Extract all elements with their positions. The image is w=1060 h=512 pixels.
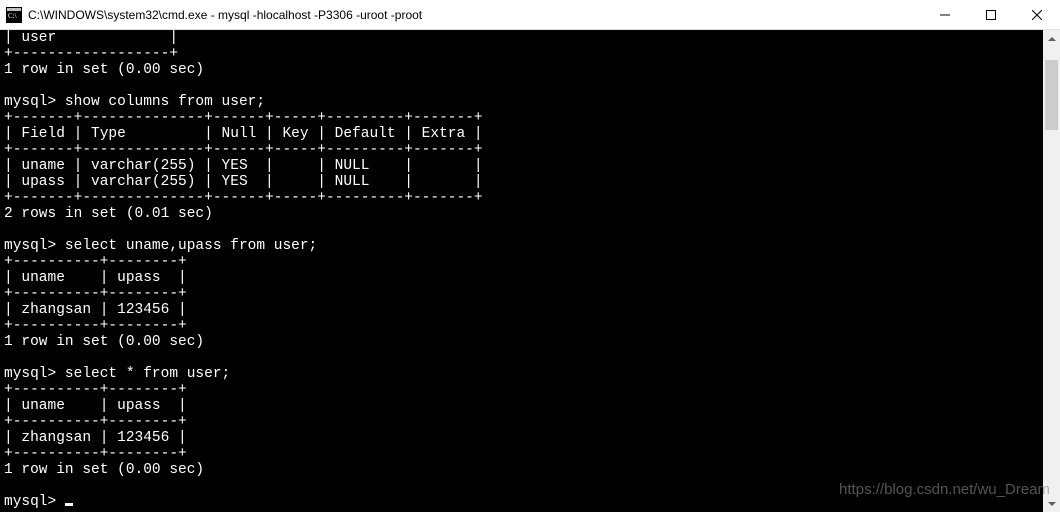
window-title: C:\WINDOWS\system32\cmd.exe - mysql -hlo… — [28, 8, 922, 22]
svg-text:C:\: C:\ — [8, 12, 17, 20]
cursor-icon — [65, 503, 73, 506]
terminal-container: | user | +------------------+ 1 row in s… — [0, 30, 1060, 512]
close-button[interactable] — [1014, 0, 1060, 30]
window-titlebar: C:\ C:\WINDOWS\system32\cmd.exe - mysql … — [0, 0, 1060, 30]
window-controls — [922, 0, 1060, 29]
scroll-thumb[interactable] — [1045, 60, 1058, 130]
vertical-scrollbar[interactable] — [1043, 30, 1060, 512]
scroll-up-icon[interactable] — [1043, 30, 1060, 47]
terminal-output[interactable]: | user | +------------------+ 1 row in s… — [0, 30, 1043, 512]
cmd-icon: C:\ — [6, 7, 22, 23]
minimize-button[interactable] — [922, 0, 968, 30]
scroll-down-icon[interactable] — [1043, 495, 1060, 512]
maximize-button[interactable] — [968, 0, 1014, 30]
